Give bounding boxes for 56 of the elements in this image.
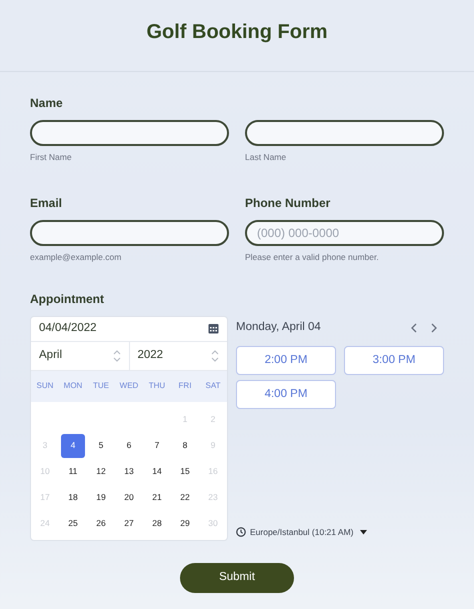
time-slot-button[interactable]: 3:00 PM [344,346,444,375]
timezone-dropdown[interactable]: Europe/Istanbul (10:21 AM) [250,526,354,538]
weekday-label: THU [148,380,166,392]
calendar-day[interactable]: 14 [145,460,169,484]
field-label: Phone Number [245,194,332,212]
field-label: Appointment [30,290,105,308]
field-hint: example@example.com [30,250,122,264]
calendar-day[interactable]: 12 [89,460,113,484]
time-slot-button[interactable]: 2:00 PM [236,346,336,375]
calendar-day[interactable]: 20 [117,486,141,510]
input-field[interactable] [245,120,444,146]
calendar-day[interactable]: 4 [61,434,85,458]
calendar-day[interactable]: 8 [173,434,197,458]
calendar-day[interactable]: 25 [61,512,85,536]
calendar-day[interactable]: 18 [61,486,85,510]
form-title: Golf Booking Form [0,0,474,72]
date-heading: Monday, April 04 [236,320,321,334]
year-select[interactable]: 2022 [128,342,227,370]
calendar-icon[interactable] [208,323,219,334]
field-label: Name [30,95,64,112]
calendar-day[interactable]: 27 [117,512,141,536]
calendar-day[interactable]: 7 [145,434,169,458]
weekday-label: TUE [92,380,110,392]
weekday-label: WED [118,380,140,392]
calendar-day[interactable]: 22 [173,486,197,510]
time-slot-button[interactable]: 4:00 PM [236,380,336,409]
calendar-day[interactable]: 11 [61,460,85,484]
input-field[interactable]: (000) 000-0000 [245,220,444,246]
chevron-right-icon[interactable] [430,322,438,333]
clock-icon [236,527,246,538]
field-hint: Last Name [245,151,288,164]
date-value: 04/04/2022 [39,320,97,336]
calendar-day[interactable]: 21 [145,486,169,510]
weekday-label: SUN [36,380,54,392]
chevron-left-icon[interactable] [410,322,418,333]
field-hint: Please enter a valid phone number. [245,250,380,264]
calendar-day[interactable]: 19 [89,486,113,510]
weekday-label: SAT [204,380,222,392]
caret-icon[interactable] [360,530,368,535]
input-field[interactable] [30,120,229,146]
month-select[interactable]: April [31,342,128,370]
calendar-day[interactable]: 6 [117,434,141,458]
calendar-day[interactable]: 26 [89,512,113,536]
field-hint: First Name [30,151,73,164]
calendar-day[interactable]: 28 [145,512,169,536]
calendar-day[interactable]: 13 [117,460,141,484]
weekday-label: MON [62,380,84,392]
submit-button[interactable]: Submit [180,562,294,592]
input-field[interactable] [30,220,229,246]
calendar-day[interactable]: 29 [173,512,197,536]
weekday-label: FRI [178,380,192,392]
calendar-day[interactable]: 5 [89,434,113,458]
calendar-day[interactable]: 15 [173,460,197,484]
select-value: 2022 [138,348,164,363]
field-label: Email [30,194,64,212]
select-value: April [39,348,62,363]
